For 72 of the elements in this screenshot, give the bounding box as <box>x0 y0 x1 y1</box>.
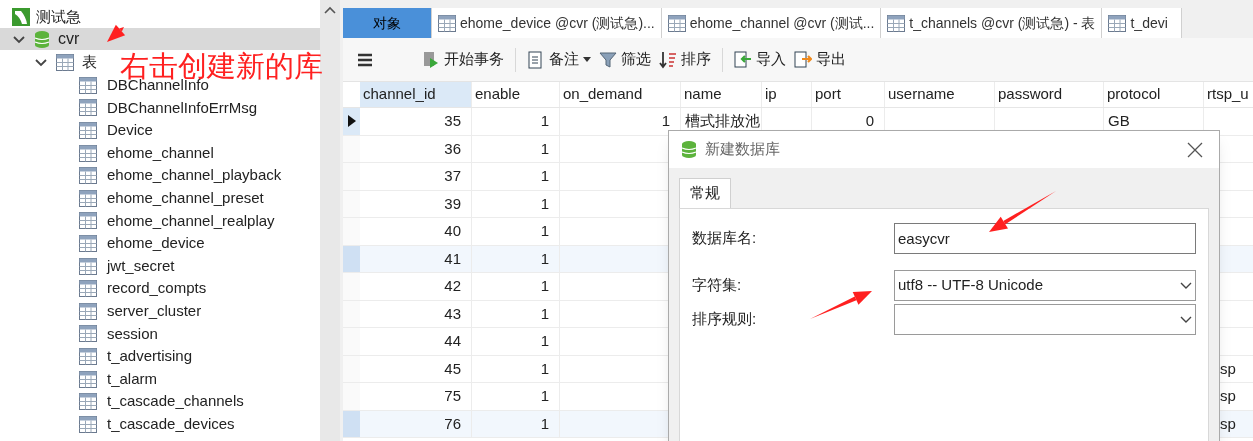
tab[interactable]: ehome_channel @cvr (测试... <box>661 8 882 38</box>
table-cell-text: 39 <box>444 193 461 214</box>
tree-item[interactable]: ehome_channel_playback <box>107 164 282 187</box>
table-cell-text: 1 <box>540 386 549 406</box>
tree-item[interactable]: jwt_secret <box>107 254 175 278</box>
tree-item[interactable]: Device <box>107 119 153 142</box>
toolbar-button[interactable]: 备注 <box>524 44 594 75</box>
table-cell-text: 37 <box>444 166 461 186</box>
tab[interactable]: t_devi <box>1102 8 1183 38</box>
column-header[interactable]: channel_id <box>360 82 472 107</box>
tree-item[interactable]: ehome_channel_preset <box>107 187 264 210</box>
table-cell-text: GB <box>1108 111 1130 131</box>
tree-item[interactable]: ehome_channel_realplay <box>107 209 275 233</box>
tree-item[interactable]: t_cascade_channels <box>107 390 244 413</box>
toolbar-button[interactable]: 导入 <box>731 44 789 75</box>
toolbar-button[interactable]: 排序 <box>656 44 714 75</box>
table-cell-text: 76 <box>444 413 461 434</box>
table-cell-text: 1 <box>540 303 549 324</box>
table-cell-text: 1 <box>540 331 549 351</box>
column-header[interactable]: enable <box>472 82 560 107</box>
field-label: 数据库名: <box>692 228 758 249</box>
tree-item[interactable]: session <box>107 322 158 346</box>
tree-item[interactable]: record_compts <box>107 277 207 300</box>
table-cell-text: 43 <box>444 303 461 324</box>
table-cell-text: 40 <box>444 221 461 241</box>
table-cell-text: 42 <box>444 276 461 296</box>
table-cell-text: 1 <box>540 111 549 131</box>
table-cell-text: 0 <box>865 111 874 131</box>
tree-item[interactable]: ehome_channel <box>107 141 214 165</box>
table-cell-text: 1 <box>540 221 549 241</box>
table-cell-text: 1 <box>540 193 549 214</box>
tree-item[interactable]: t_advertising <box>107 345 193 368</box>
field-label: 字符集: <box>692 275 743 296</box>
table-cell-text: 44 <box>444 331 461 351</box>
column-header[interactable]: username <box>885 82 995 107</box>
table-cell-text: 槽式排放池 <box>685 111 760 131</box>
dialog-title: 新建数据库 <box>705 139 781 160</box>
toolbar-button[interactable]: 筛选 <box>596 44 654 75</box>
tree-item[interactable]: 表 <box>82 50 97 74</box>
tree-item[interactable]: t_alarm <box>107 367 158 391</box>
tree-item[interactable]: 测试急 <box>36 5 81 29</box>
table-cell-text: 1 <box>540 248 549 269</box>
table-cell-text: sp <box>1220 413 1236 434</box>
table-cell-text: 1 <box>540 358 549 379</box>
table-cell-text: 45 <box>444 358 461 379</box>
tree-item[interactable]: ehome_device <box>107 232 205 255</box>
tree-item[interactable]: server_cluster <box>107 300 202 323</box>
table-cell-text: 36 <box>444 138 461 159</box>
table-cell-text: 1 <box>540 413 549 434</box>
tab[interactable]: ehome_device @cvr (测试急)... <box>432 8 662 38</box>
toolbar-button[interactable]: 开始事务 <box>419 44 507 75</box>
tab[interactable]: 对象 <box>343 8 432 38</box>
table-cell-text: 1 <box>540 276 549 296</box>
tab[interactable]: 常规 <box>679 178 731 208</box>
tab[interactable]: t_channels @cvr (测试急) - 表 <box>881 8 1103 38</box>
field-label: 排序规则: <box>692 309 758 330</box>
toolbar-button[interactable]: 导出 <box>791 44 849 75</box>
tree-item[interactable]: t_cascade_devices <box>107 412 235 436</box>
table-cell-text: 35 <box>444 111 461 131</box>
table-cell-text: 41 <box>444 248 461 269</box>
table-cell-text: 75 <box>444 386 461 406</box>
dropdown[interactable]: utf8 -- UTF-8 Unicode <box>894 270 1196 301</box>
table-cell-text: 1 <box>661 111 670 131</box>
table-cell-text: sp <box>1220 358 1236 379</box>
text-field[interactable]: easycvr <box>894 223 1196 254</box>
tree-item[interactable]: DBChannelInfoErrMsg <box>107 96 258 120</box>
table-cell-text: 1 <box>540 166 549 186</box>
table-cell-text: sp <box>1220 386 1236 406</box>
annotation-text: 右击创建新的库 <box>120 52 323 81</box>
tree-item[interactable]: cvr <box>0 28 320 50</box>
column-header[interactable]: on_demand <box>560 82 681 107</box>
table-cell-text: 1 <box>540 138 549 159</box>
